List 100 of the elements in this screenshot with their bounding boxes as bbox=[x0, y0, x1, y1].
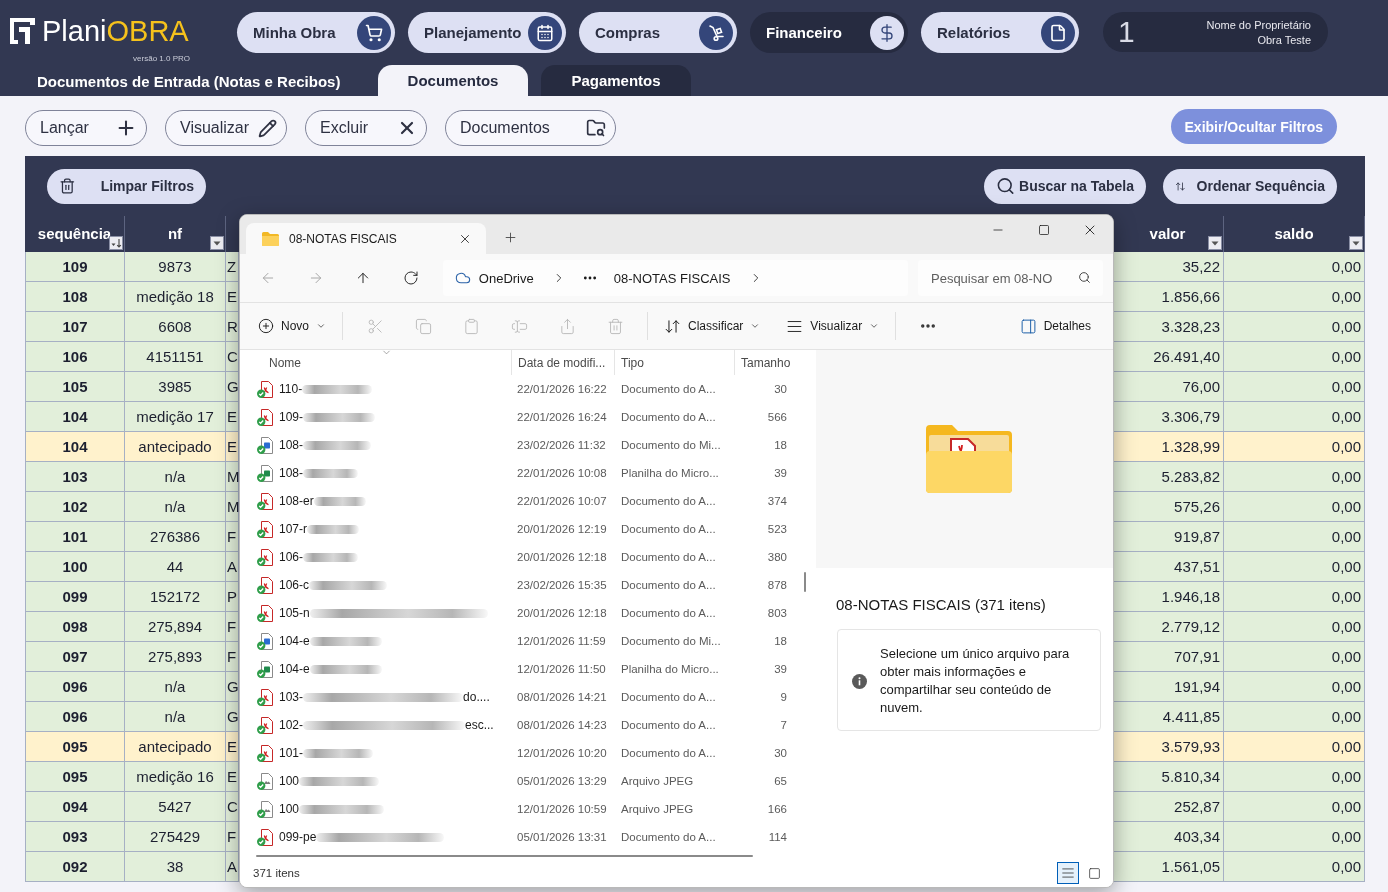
pdf-file-icon bbox=[257, 520, 274, 538]
file-name[interactable]: 101- bbox=[279, 746, 304, 760]
nav-button[interactable]: Financeiro bbox=[750, 12, 908, 53]
refresh-icon[interactable] bbox=[403, 270, 420, 286]
view-button[interactable]: Visualizar bbox=[778, 310, 888, 342]
file-size: 18 bbox=[774, 635, 788, 647]
clear-filters-button[interactable]: Limpar Filtros bbox=[47, 168, 206, 204]
table-cell: 096 bbox=[25, 672, 125, 702]
lancar-button[interactable]: Lançar bbox=[25, 110, 147, 146]
item-count: 371 itens bbox=[253, 867, 300, 879]
file-name[interactable]: 108- bbox=[279, 466, 304, 480]
table-cell: 0,00 bbox=[1224, 372, 1365, 402]
filter-dropdown-icon[interactable] bbox=[109, 236, 123, 250]
nav-button[interactable]: Minha Obra bbox=[237, 12, 395, 53]
filter-dropdown-icon[interactable] bbox=[1349, 236, 1363, 250]
window-tab-title: 08-NOTAS FISCAIS bbox=[289, 231, 398, 246]
list-lines-icon bbox=[1061, 866, 1075, 880]
sort-button[interactable]: Classificar bbox=[656, 310, 769, 342]
number-text: 1 bbox=[1118, 16, 1135, 48]
nav-button[interactable]: Relatórios bbox=[921, 12, 1079, 53]
file-name[interactable]: 108-er bbox=[279, 494, 314, 508]
table-cell: 3985 bbox=[125, 372, 226, 402]
table-cell: 0,00 bbox=[1224, 432, 1365, 462]
file-name[interactable]: 102- bbox=[279, 718, 304, 732]
file-date: 20/01/2026 12:18 bbox=[516, 551, 607, 563]
filter-dropdown-icon[interactable] bbox=[210, 236, 224, 250]
table-cell: F bbox=[226, 612, 239, 642]
file-name[interactable]: 108- bbox=[279, 438, 304, 452]
filter-dropdown-icon[interactable] bbox=[1208, 236, 1222, 250]
table-cell: 4.411,85 bbox=[1112, 702, 1224, 732]
window-tab[interactable]: 08-NOTAS FISCAIS bbox=[246, 223, 486, 254]
tab[interactable]: Pagamentos bbox=[541, 65, 691, 96]
file-type: Arquivo JPEG bbox=[620, 775, 694, 787]
file-name[interactable]: 100 bbox=[279, 774, 300, 788]
new-button[interactable]: Novo bbox=[250, 310, 334, 342]
file-size: 65 bbox=[774, 775, 788, 787]
table-cell: 108 bbox=[25, 282, 125, 312]
file-name[interactable]: 100 bbox=[279, 802, 300, 816]
breadcrumb-link[interactable]: OneDrive bbox=[478, 270, 534, 286]
details-button[interactable]: Detalhes bbox=[1011, 310, 1099, 342]
file-date: 12/01/2026 11:59 bbox=[516, 635, 606, 647]
file-name[interactable]: 103- bbox=[279, 690, 304, 704]
file-name[interactable]: 106-c bbox=[279, 578, 310, 592]
tab[interactable]: Documentos bbox=[378, 65, 528, 96]
file-date: 22/01/2026 16:22 bbox=[516, 383, 607, 395]
breadcrumb-link[interactable]: 08-NOTAS FISCAIS bbox=[613, 270, 731, 286]
search-table-button[interactable]: Buscar na Tabela bbox=[984, 168, 1146, 204]
maximize-icon[interactable] bbox=[1038, 224, 1050, 236]
column-header[interactable]: Tamanho bbox=[734, 350, 796, 375]
chevron-down-icon bbox=[750, 321, 761, 331]
nav-button[interactable]: Planejamento bbox=[408, 12, 566, 53]
vertical-scrollbar[interactable] bbox=[803, 572, 806, 592]
details-view-button[interactable] bbox=[1057, 862, 1079, 884]
table-cell: 5.283,82 bbox=[1112, 462, 1224, 492]
visualizar-button[interactable]: Visualizar bbox=[165, 110, 287, 146]
table-cell: G bbox=[226, 672, 239, 702]
table-cell: 105 bbox=[25, 372, 125, 402]
column-header[interactable]: Nome bbox=[240, 350, 511, 375]
nav-button[interactable]: Compras bbox=[579, 12, 737, 53]
table-cell: 35,22 bbox=[1112, 252, 1224, 282]
tile-icon bbox=[1087, 866, 1101, 880]
table-cell: medição 16 bbox=[125, 762, 226, 792]
file-name[interactable]: 110- bbox=[279, 382, 303, 396]
table-cell: n/a bbox=[125, 462, 226, 492]
search-field[interactable]: Pesquisar em 08-NO bbox=[918, 260, 1103, 296]
sort-sequence-button[interactable]: Ordenar Sequência bbox=[1163, 168, 1337, 204]
file-name[interactable]: 106- bbox=[279, 550, 304, 564]
file-name[interactable]: 109- bbox=[279, 410, 304, 424]
table-cell: M bbox=[226, 462, 239, 492]
table-cell: 094 bbox=[25, 792, 125, 822]
file-size: 566 bbox=[767, 411, 788, 423]
page-title: Documentos de Entrada (Notas e Recibos) bbox=[37, 73, 341, 90]
project-name: Obra Teste bbox=[1257, 33, 1311, 46]
file-date: 08/01/2026 14:21 bbox=[516, 691, 607, 703]
search-icon bbox=[1078, 271, 1091, 284]
documentos-button[interactable]: Documentos bbox=[445, 110, 616, 146]
file-name[interactable]: 099-pe bbox=[279, 830, 317, 844]
address-bar[interactable]: OneDrive 08-NOTAS FISCAIS bbox=[442, 260, 908, 296]
file-name[interactable]: esc... bbox=[465, 718, 494, 732]
new-tab-icon[interactable] bbox=[503, 230, 518, 245]
excluir-button[interactable]: Excluir bbox=[305, 110, 427, 146]
column-header: valor bbox=[1149, 224, 1186, 242]
dollar-icon bbox=[870, 15, 904, 50]
file-name[interactable]: do.... bbox=[463, 690, 490, 704]
pdf-file-icon bbox=[257, 380, 274, 398]
sort-arrows-icon bbox=[664, 317, 681, 335]
column-header[interactable]: Data de modifi... bbox=[511, 350, 614, 375]
file-name[interactable]: 105-n bbox=[279, 606, 310, 620]
file-size: 30 bbox=[774, 747, 788, 759]
file-name[interactable]: 107-r bbox=[279, 522, 307, 536]
file-name[interactable]: 104-e bbox=[279, 662, 310, 676]
column-header[interactable]: Tipo bbox=[614, 350, 734, 375]
table-cell: 0,00 bbox=[1224, 642, 1365, 672]
column-header: sequência bbox=[37, 224, 112, 242]
blurred-text-placeholder bbox=[313, 496, 366, 506]
horizontal-scrollbar[interactable] bbox=[256, 854, 753, 857]
file-name[interactable]: 104-e bbox=[279, 634, 310, 648]
pdf-file-icon bbox=[257, 828, 274, 846]
table-cell: 106 bbox=[25, 342, 125, 372]
table-cell: 44 bbox=[125, 552, 226, 582]
